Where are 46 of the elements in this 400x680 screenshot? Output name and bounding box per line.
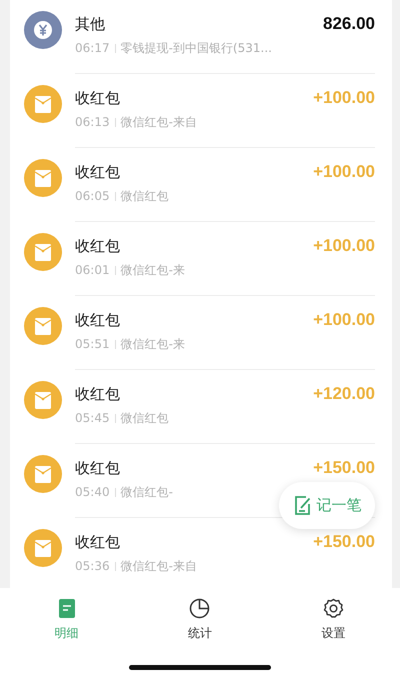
transaction-amount: +100.00: [313, 162, 375, 182]
transaction-time: 06:13: [75, 115, 110, 129]
transaction-title: 其他: [75, 14, 105, 34]
transaction-amount: +100.00: [313, 88, 375, 108]
transaction-title: 收红包: [75, 88, 120, 108]
transaction-time: 06:17: [75, 41, 110, 55]
transaction-amount: +100.00: [313, 310, 375, 330]
transaction-amount: +150.00: [313, 532, 375, 552]
transaction-description: 微信红包-来自: [120, 114, 197, 130]
edit-icon: [292, 495, 312, 516]
transaction-title: 收红包: [75, 458, 120, 478]
envelope-icon: [24, 381, 62, 419]
envelope-icon: [24, 159, 62, 197]
transaction-time: 05:45: [75, 411, 110, 425]
transaction-description: 微信红包-来: [120, 336, 185, 352]
pie-chart-icon: [189, 598, 210, 619]
transaction-amount: +100.00: [313, 236, 375, 256]
transaction-amount: +120.00: [313, 384, 375, 404]
transaction-title: 收红包: [75, 162, 120, 182]
transaction-description: 零钱提现-到中国银行(531...: [120, 40, 272, 56]
transaction-title: 收红包: [75, 384, 120, 404]
transaction-description: 微信红包: [120, 410, 169, 426]
transaction-title: 收红包: [75, 532, 120, 552]
transaction-amount: +150.00: [313, 458, 375, 478]
transaction-amount: 826.00: [323, 14, 375, 34]
transaction-time: 05:51: [75, 337, 110, 351]
transaction-title: 收红包: [75, 310, 120, 330]
envelope-icon: [24, 307, 62, 345]
transaction-time: 06:05: [75, 189, 110, 203]
envelope-icon: [24, 85, 62, 123]
transaction-time: 05:40: [75, 485, 110, 499]
transaction-description: 微信红包-: [120, 484, 173, 500]
transaction-title: 收红包: [75, 236, 120, 256]
tab-button[interactable]: 设置: [266, 588, 400, 654]
envelope-icon: [24, 455, 62, 493]
transaction-time: 06:01: [75, 263, 110, 277]
tab-button[interactable]: 统计: [133, 588, 267, 654]
transaction-description: 微信红包-来自: [120, 558, 197, 574]
transaction-description: 微信红包-来: [120, 262, 185, 278]
transaction-description: 微信红包: [120, 188, 169, 204]
transaction-time: 05:36: [75, 559, 110, 573]
yen-coin-icon: [24, 11, 62, 49]
document-icon: [56, 598, 77, 619]
envelope-icon: [24, 233, 62, 271]
envelope-icon: [24, 529, 62, 567]
settings-icon: [322, 598, 344, 619]
